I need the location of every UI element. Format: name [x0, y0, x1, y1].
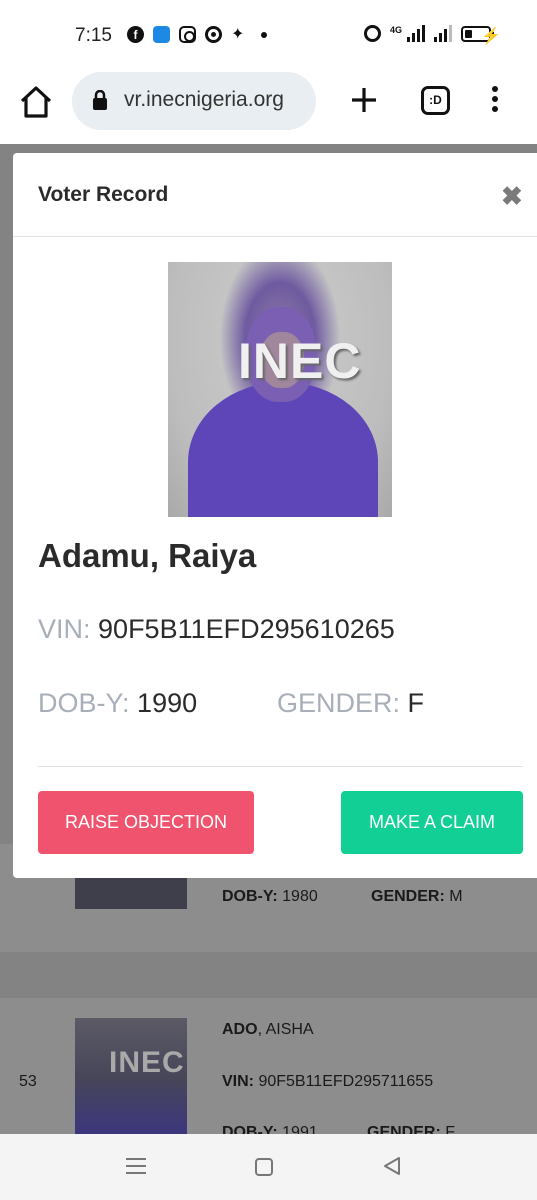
chrome-icon: [205, 26, 222, 43]
browser-toolbar: vr.inecnigeria.org :D: [0, 72, 537, 144]
card-number: 53: [19, 1073, 37, 1090]
recent-apps-icon[interactable]: [126, 1158, 146, 1179]
vin-value: 90F5B11EFD295610265: [98, 614, 395, 644]
card-dob: DOB-Y: 1991: [222, 1124, 318, 1134]
cloud-upload-icon: [153, 26, 170, 43]
new-tab-icon[interactable]: [348, 84, 380, 116]
voter-photo-thumbnail: INEC: [75, 1018, 187, 1134]
home-nav-icon[interactable]: [255, 1158, 273, 1176]
status-bar: 7:15 f ✦ 4G ⚡: [0, 0, 537, 72]
inec-watermark: INEC: [238, 333, 362, 389]
raise-objection-button[interactable]: RAISE OBJECTION: [38, 791, 254, 854]
vin-label: VIN:: [38, 614, 91, 644]
modal-header: Voter Record ✖: [13, 153, 537, 237]
card-gender: GENDER: M: [371, 888, 463, 905]
more-menu-icon[interactable]: [488, 86, 502, 116]
home-icon[interactable]: [18, 84, 54, 120]
make-claim-button[interactable]: MAKE A CLAIM: [341, 791, 523, 854]
modal-title: Voter Record: [38, 183, 169, 206]
system-icons: 4G: [363, 25, 494, 42]
card-dob: DOB-Y: 1980: [222, 888, 318, 905]
charging-icon: ⚡: [481, 28, 501, 45]
card-gender: GENDER: F: [367, 1124, 456, 1134]
tab-switcher-button[interactable]: :D: [421, 86, 450, 115]
dob-label: DOB-Y:: [38, 688, 130, 718]
system-nav-bar: [0, 1134, 537, 1200]
card-vin: VIN: 90F5B11EFD295711655: [222, 1073, 434, 1090]
close-icon[interactable]: ✖: [501, 183, 523, 209]
gender-row: GENDER: F: [277, 688, 424, 719]
lock-icon: [93, 90, 107, 110]
voter-photo: INEC: [168, 262, 392, 517]
url-text: vr.inecnigeria.org: [124, 88, 284, 111]
vin-row: VIN: 90F5B11EFD295610265: [38, 614, 395, 645]
status-time: 7:15: [75, 25, 112, 46]
signal-2-icon: [434, 25, 452, 42]
gender-value: F: [407, 688, 425, 718]
twitter-icon: ✦: [231, 26, 245, 43]
voter-record-modal: Voter Record ✖ INEC Adamu, Raiya VIN: 90…: [13, 153, 537, 878]
address-bar[interactable]: vr.inecnigeria.org: [72, 72, 316, 130]
alarm-icon: [363, 25, 381, 42]
voter-name: Adamu, Raiya: [38, 537, 257, 574]
more-notifications-dot-icon: [261, 31, 267, 38]
card-name: ADO, AISHA: [222, 1021, 314, 1038]
instagram-icon: [179, 26, 196, 43]
dob-value: 1990: [137, 688, 198, 718]
signal-icon: [407, 25, 425, 42]
dob-row: DOB-Y: 1990: [38, 688, 197, 719]
back-icon[interactable]: [382, 1156, 402, 1176]
notification-icons: f ✦: [127, 26, 267, 43]
divider: [38, 766, 523, 767]
facebook-icon: f: [127, 26, 144, 43]
network-type: 4G: [389, 25, 402, 35]
gender-label: GENDER:: [277, 688, 401, 718]
